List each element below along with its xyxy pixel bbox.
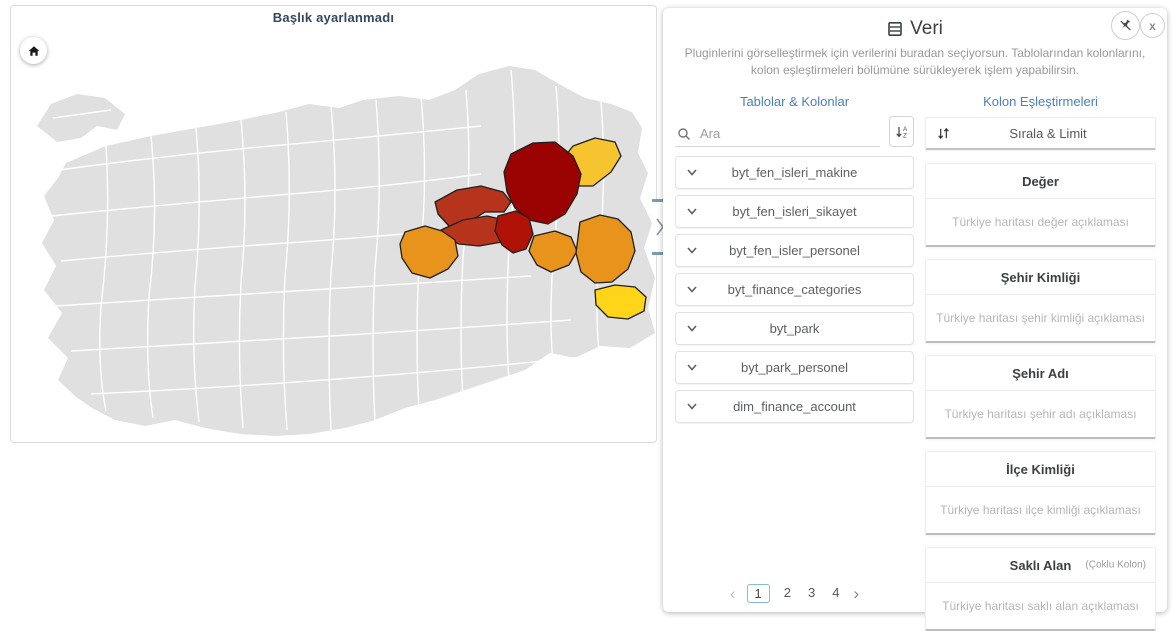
mapping-drop-zone[interactable]: Türkiye haritası değer açıklaması — [926, 199, 1155, 245]
mapping-title: Şehir Kimliği — [926, 260, 1155, 295]
table-list-item[interactable]: byt_fen_isleri_makine — [675, 156, 914, 189]
table-list-item[interactable]: byt_finance_categories — [675, 273, 914, 306]
table-name: byt_fen_isleri_sikayet — [732, 204, 857, 219]
data-panel-subtitle: Pluginlerini görselleştirmek için verile… — [684, 46, 1146, 78]
multi-column-badge: (Çoklu Kolon) — [1085, 559, 1146, 571]
mapping-group: Saklı Alan (Çoklu Kolon) Türkiye haritas… — [925, 547, 1156, 631]
mapping-title: İlçe Kimliği — [926, 452, 1155, 487]
data-panel: Veri x Pluginlerini görselleştirmek için… — [663, 8, 1167, 631]
tables-column-header: Tablolar & Kolonlar — [739, 94, 850, 109]
tables-column: Tablolar & Kolonlar A Z — [675, 94, 914, 612]
chevron-down-icon[interactable] — [686, 166, 698, 178]
svg-text:Z: Z — [903, 132, 907, 139]
sort-limit-button[interactable]: Sırala & Limit — [925, 117, 1156, 150]
mapping-title: Şehir Adı — [926, 356, 1155, 391]
table-list-item[interactable]: byt_fen_isleri_sikayet — [675, 195, 914, 228]
table-name: byt_park_personel — [741, 360, 848, 375]
chevron-down-icon[interactable] — [686, 283, 698, 295]
table-search-input[interactable] — [698, 125, 878, 142]
sort-alpha-icon: A Z — [895, 126, 908, 139]
mapping-drop-zone[interactable]: Türkiye haritası şehir kimliği açıklamas… — [926, 295, 1155, 341]
table-list-item[interactable]: byt_fen_isler_personel — [675, 234, 914, 267]
mapping-drop-zone[interactable]: Türkiye haritası şehir adı açıklaması — [926, 391, 1155, 437]
data-panel-title: Veri — [910, 18, 943, 39]
pagination-page-2[interactable]: 2 — [781, 584, 794, 603]
unpin-panel-button[interactable] — [1111, 11, 1140, 40]
home-icon — [28, 45, 39, 56]
mapping-title: Değer — [926, 164, 1155, 199]
table-name: byt_fen_isler_personel — [729, 243, 860, 258]
mappings-column: Kolon Eşleştirmeleri Sırala & Limit Değe… — [925, 94, 1156, 631]
table-name: byt_finance_categories — [727, 282, 862, 297]
pagination-prev-icon[interactable]: ‹ — [730, 585, 736, 602]
table-name: dim_finance_account — [733, 399, 856, 414]
data-panel-header: Veri — [663, 18, 1167, 40]
data-list-icon — [888, 21, 902, 36]
mapping-group: İlçe Kimliği Türkiye haritası ilçe kimli… — [925, 451, 1156, 535]
pagination-page-4[interactable]: 4 — [829, 584, 842, 603]
mapping-group: Şehir Adı Türkiye haritası şehir adı açı… — [925, 355, 1156, 439]
close-panel-button[interactable]: x — [1140, 13, 1165, 38]
mapping-groups: Değer Türkiye haritası değer açıklaması … — [925, 163, 1156, 631]
table-name: byt_fen_isleri_makine — [731, 165, 858, 180]
mapping-title: Saklı Alan (Çoklu Kolon) — [926, 548, 1155, 583]
map-home-button[interactable] — [20, 37, 47, 64]
table-list: byt_fen_isleri_makine byt_fen_isleri_sik… — [675, 156, 914, 423]
turkey-choropleth-map — [37, 66, 655, 436]
chevron-down-icon[interactable] — [686, 322, 698, 334]
swap-vert-icon — [938, 127, 949, 139]
search-icon — [678, 127, 690, 140]
table-list-item[interactable]: dim_finance_account — [675, 390, 914, 423]
pagination-page-3[interactable]: 3 — [805, 584, 818, 603]
map-region-thrace — [37, 94, 125, 142]
mapping-drop-zone[interactable]: Türkiye haritası saklı alan açıklaması — [926, 583, 1155, 629]
pagination-pages: 1234 — [746, 584, 843, 603]
sort-tables-button[interactable]: A Z — [889, 116, 914, 147]
sort-limit-label: Sırala & Limit — [1009, 125, 1087, 141]
table-search-box — [675, 121, 880, 147]
pagination: ‹ 1234 › — [675, 584, 914, 603]
table-name: byt_park — [769, 321, 820, 336]
table-list-item[interactable]: byt_park_personel — [675, 351, 914, 384]
map-card: Başlık ayarlanmadı — [10, 5, 657, 443]
mapping-group: Değer Türkiye haritası değer açıklaması — [925, 163, 1156, 247]
mapping-drop-zone[interactable]: Türkiye haritası ilçe kimliği açıklaması — [926, 487, 1155, 533]
pagination-next-icon[interactable]: › — [853, 585, 859, 602]
chevron-down-icon[interactable] — [686, 244, 698, 256]
pin-off-icon — [1120, 19, 1131, 31]
close-icon: x — [1149, 18, 1156, 33]
pagination-page-1[interactable]: 1 — [746, 584, 770, 603]
mappings-column-header: Kolon Eşleştirmeleri — [983, 94, 1098, 109]
table-list-item[interactable]: byt_park — [675, 312, 914, 345]
chevron-down-icon[interactable] — [686, 400, 698, 412]
chevron-down-icon[interactable] — [686, 361, 698, 373]
chevron-down-icon[interactable] — [686, 205, 698, 217]
mapping-group: Şehir Kimliği Türkiye haritası şehir kim… — [925, 259, 1156, 343]
